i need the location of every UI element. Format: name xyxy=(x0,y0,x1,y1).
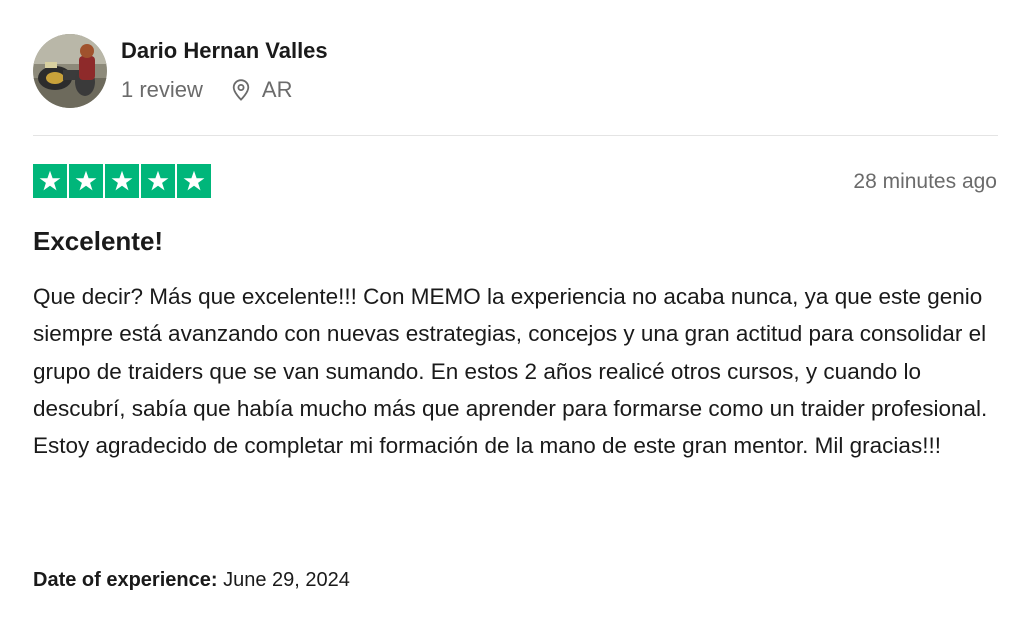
review-body: Que decir? Más que excelente!!! Con MEMO… xyxy=(33,284,988,459)
avatar[interactable] xyxy=(33,34,107,108)
review-timestamp: 28 minutes ago xyxy=(853,170,997,193)
star-icon xyxy=(105,164,139,198)
location-pin-icon xyxy=(230,78,252,102)
review-count: 1 review xyxy=(121,77,203,102)
star-rating xyxy=(33,164,211,198)
star-icon xyxy=(141,164,175,198)
divider xyxy=(33,135,998,136)
country-code: AR xyxy=(261,77,293,102)
review-card: Dario Hernan Valles 1 review AR 28 minut… xyxy=(0,0,1024,619)
reviewer-name[interactable]: Dario Hernan Valles xyxy=(121,38,328,64)
date-of-experience: Date of experience: June 29, 2024 xyxy=(33,569,350,592)
review-title[interactable]: Excelente! xyxy=(33,226,163,257)
experience-label: Date of experience: xyxy=(33,569,218,591)
star-icon xyxy=(177,164,211,198)
star-icon xyxy=(33,164,67,198)
star-icon xyxy=(69,164,103,198)
avatar-photo xyxy=(33,34,107,108)
experience-date: June 29, 2024 xyxy=(223,569,350,591)
reviewer-meta: 1 review AR xyxy=(121,75,292,105)
